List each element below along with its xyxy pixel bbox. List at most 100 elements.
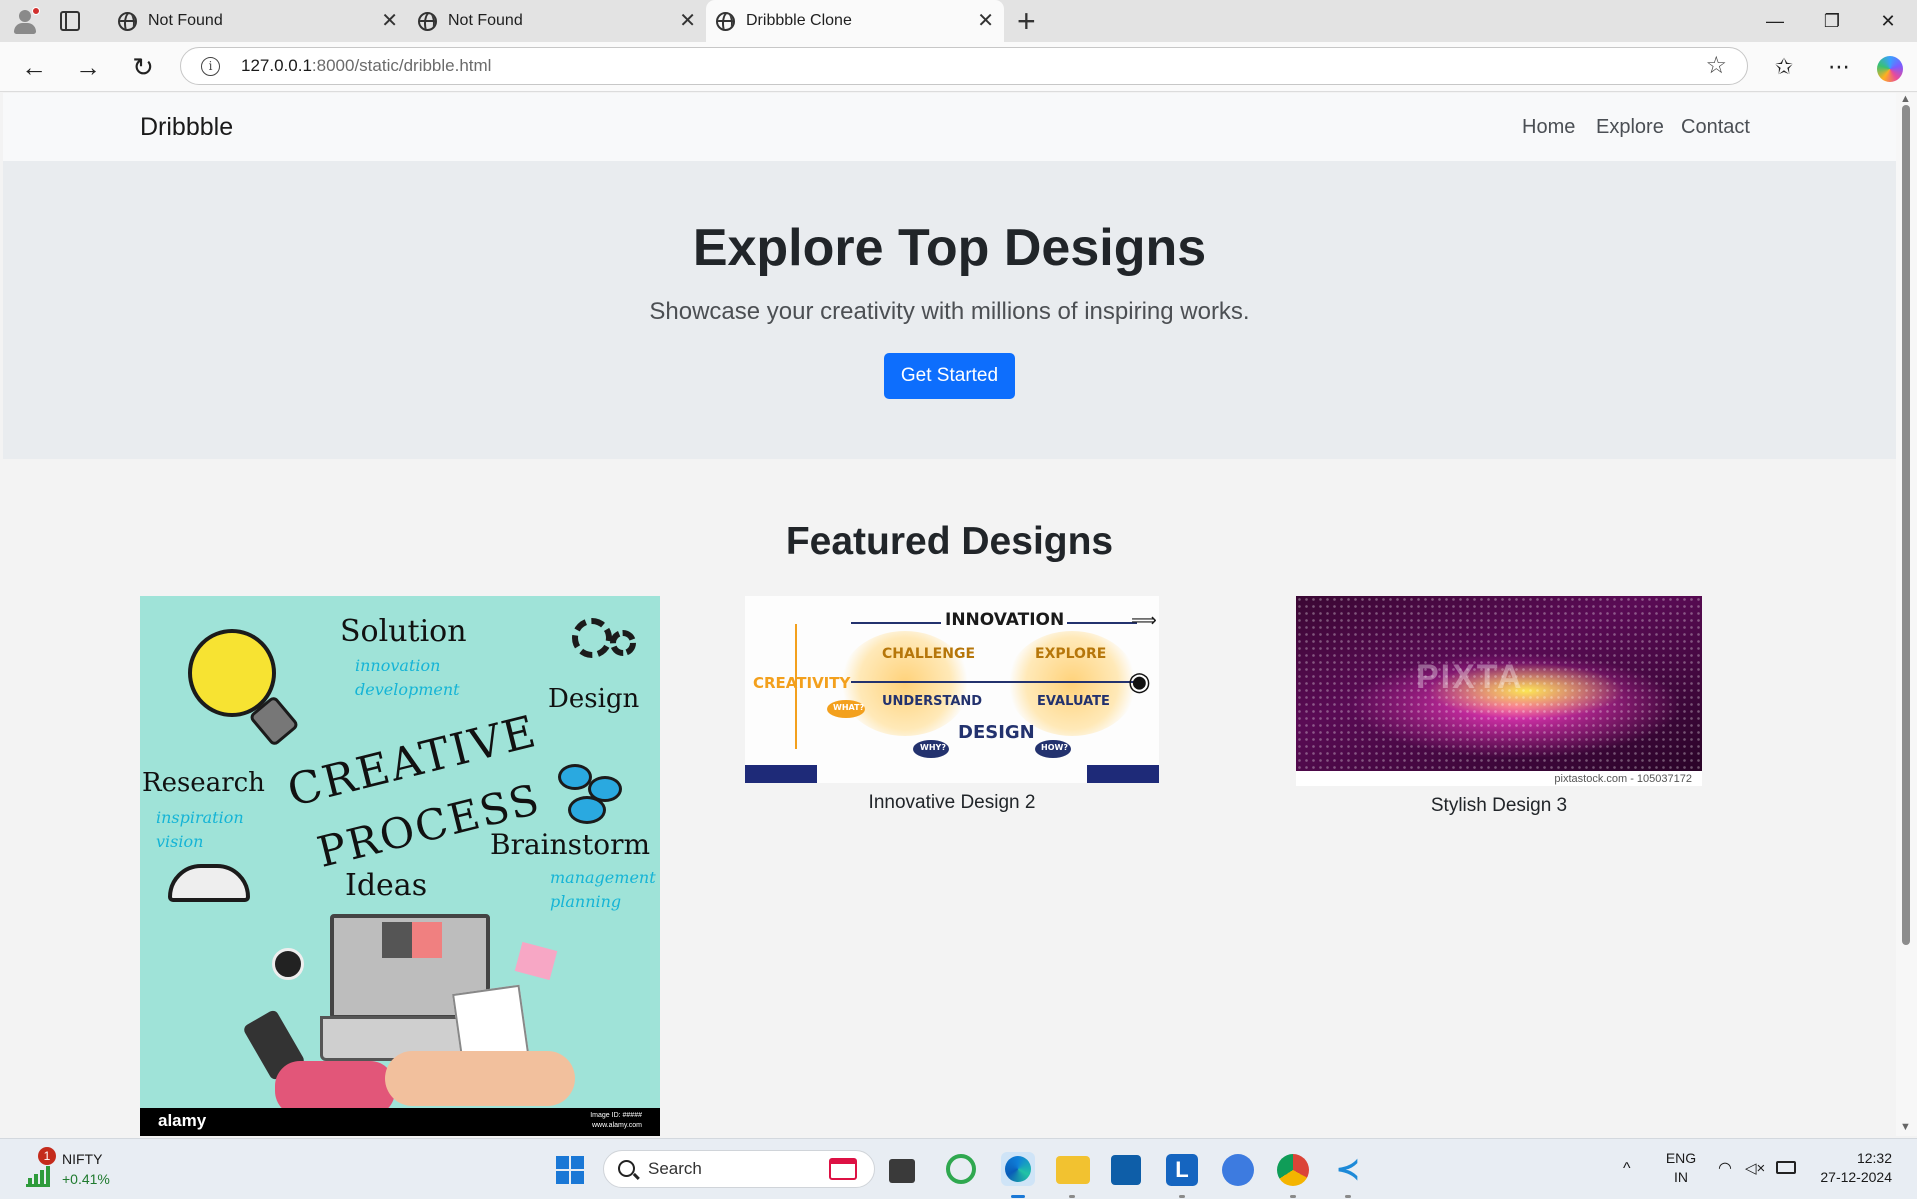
store-icon[interactable] xyxy=(1111,1155,1141,1185)
app-indicator xyxy=(1179,1195,1185,1198)
site-navbar: Dribbble Home Explore Contact xyxy=(3,93,1896,161)
site-info-icon[interactable]: i xyxy=(201,57,220,76)
browser-tab-active[interactable]: Dribbble Clone ✕ xyxy=(706,0,1004,42)
copilot-app-icon[interactable] xyxy=(946,1154,976,1184)
arm xyxy=(385,1051,575,1106)
chat-bubble-icon xyxy=(558,764,592,790)
wifi-icon[interactable]: ◠ xyxy=(1718,1159,1732,1178)
url-path: :8000/static/dribble.html xyxy=(311,56,492,75)
windows-start-icon[interactable] xyxy=(556,1156,584,1184)
label-design: DESIGN xyxy=(958,722,1035,743)
image-credit: pixtastock.com - 105037172 xyxy=(1554,773,1692,785)
label-evaluate: EVALUATE xyxy=(1037,694,1110,709)
image-footer: alamy Image ID: ##### www.alamy.com xyxy=(140,1108,660,1136)
region-code: IN xyxy=(1674,1169,1688,1185)
battery-icon[interactable] xyxy=(1776,1161,1796,1174)
hero-title: Explore Top Designs xyxy=(692,219,1207,277)
restore-button[interactable]: ❐ xyxy=(1812,0,1852,42)
site-brand[interactable]: Dribbble xyxy=(140,93,233,161)
new-tab-button[interactable]: + xyxy=(1017,2,1036,40)
design-image-creative-process[interactable]: Solution innovation development Design R… xyxy=(140,596,660,1136)
browser-toolbar: ← → ↻ i 127.0.0.1:8000/static/dribble.ht… xyxy=(0,42,1917,92)
app-indicator xyxy=(1290,1195,1296,1198)
sticky-notes xyxy=(514,941,558,981)
close-window-button[interactable]: ✕ xyxy=(1868,0,1908,42)
page-scrollbar[interactable]: ▲ ▼ xyxy=(1896,93,1917,1136)
forward-button[interactable]: → xyxy=(70,50,106,84)
clock[interactable]: 12:32 27-12-2024 xyxy=(1812,1149,1892,1187)
minimize-button[interactable]: — xyxy=(1755,0,1795,42)
stock-change: +0.41% xyxy=(62,1171,110,1187)
design-image-innovation: INNOVATION ⟹ CREATIVITY ◉ CHALLENGE EXPL… xyxy=(745,596,1159,783)
back-button[interactable]: ← xyxy=(16,50,52,84)
get-started-button[interactable]: Get Started xyxy=(884,353,1015,399)
linkedin-app-icon[interactable]: L xyxy=(1166,1154,1198,1186)
label-how: HOW? xyxy=(1041,743,1068,752)
task-view-icon[interactable] xyxy=(889,1159,915,1183)
word-inspiration: inspiration xyxy=(156,808,244,827)
word-planning: planning xyxy=(550,892,622,911)
tab-title: Not Found xyxy=(448,12,523,29)
tab-actions-icon[interactable] xyxy=(60,11,80,31)
edge-icon[interactable] xyxy=(1001,1152,1035,1186)
tab-title: Dribbble Clone xyxy=(746,12,852,29)
scrollbar-thumb[interactable] xyxy=(1902,105,1910,945)
design-card[interactable]: INNOVATION ⟹ CREATIVITY ◉ CHALLENGE EXPL… xyxy=(745,596,1159,814)
more-menu-icon[interactable]: ⋯ xyxy=(1821,50,1857,84)
design-card[interactable]: PIXTA pixtastock.com - 105037172 Stylish… xyxy=(1296,596,1702,817)
tab-title: Not Found xyxy=(148,12,223,29)
language-indicator[interactable]: ENG IN xyxy=(1660,1149,1702,1187)
design-image-abstract: PIXTA pixtastock.com - 105037172 xyxy=(1296,596,1702,786)
url-text: 127.0.0.1:8000/static/dribble.html xyxy=(241,48,491,84)
chrome-icon[interactable] xyxy=(1277,1154,1309,1186)
word-solution: Solution xyxy=(340,614,467,649)
favorite-star-icon[interactable]: ☆ xyxy=(1705,48,1727,84)
calendar-icon xyxy=(829,1158,857,1180)
file-explorer-icon[interactable] xyxy=(1056,1156,1090,1184)
browser-tab[interactable]: Not Found ✕ xyxy=(108,0,408,42)
browser-tab[interactable]: Not Found ✕ xyxy=(408,0,706,42)
arrow-right-icon: ⟹ xyxy=(1131,610,1157,630)
lang-code: ENG xyxy=(1665,1150,1697,1166)
search-icon xyxy=(618,1160,635,1177)
globe-icon xyxy=(418,12,437,31)
word-development: development xyxy=(355,680,460,699)
profile-icon[interactable] xyxy=(10,7,40,35)
tab-close-icon[interactable]: ✕ xyxy=(977,0,994,42)
url-host: 127.0.0.1 xyxy=(241,56,312,75)
nav-link-home[interactable]: Home xyxy=(1522,93,1575,161)
copilot-icon[interactable] xyxy=(1877,56,1903,82)
app-icon[interactable] xyxy=(1222,1154,1254,1186)
active-app-indicator xyxy=(1011,1195,1025,1198)
tab-close-icon[interactable]: ✕ xyxy=(381,0,398,42)
hero-subtitle: Showcase your creativity with millions o… xyxy=(649,298,1250,325)
chart-bars-icon xyxy=(26,1166,50,1187)
image-meta: Image ID: ##### www.alamy.com xyxy=(590,1111,642,1131)
date: 27-12-2024 xyxy=(1820,1169,1892,1185)
nav-link-contact[interactable]: Contact xyxy=(1681,93,1750,161)
taskbar-search[interactable]: Search xyxy=(603,1150,875,1188)
target-icon: ◉ xyxy=(1128,666,1151,696)
address-bar[interactable]: i 127.0.0.1:8000/static/dribble.html ☆ xyxy=(180,47,1748,85)
watermark: PIXTA xyxy=(1416,658,1524,696)
page-viewport: Dribbble Home Explore Contact Explore To… xyxy=(3,93,1896,1136)
notification-badge: 1 xyxy=(38,1147,56,1165)
browser-tab-bar: Not Found ✕ Not Found ✕ Dribbble Clone ✕… xyxy=(0,0,1917,42)
tray-expand-icon[interactable]: ^ xyxy=(1623,1159,1631,1178)
scroll-down-icon[interactable]: ▼ xyxy=(1900,1121,1911,1133)
label-explore: EXPLORE xyxy=(1035,646,1107,662)
stock-widget[interactable]: 1 NIFTY +0.41% xyxy=(20,1147,130,1191)
volume-muted-icon[interactable]: ◁× xyxy=(1745,1159,1765,1178)
label-challenge: CHALLENGE xyxy=(882,646,976,662)
reload-button[interactable]: ↻ xyxy=(125,50,161,84)
word-brainstorm: Brainstorm xyxy=(490,828,651,861)
label-innovation: INNOVATION xyxy=(945,610,1065,630)
nav-link-explore[interactable]: Explore xyxy=(1596,93,1664,161)
word-vision: vision xyxy=(156,832,204,851)
scroll-up-icon[interactable]: ▲ xyxy=(1900,93,1911,105)
favorites-icon[interactable]: ✩ xyxy=(1766,50,1802,84)
tab-close-icon[interactable]: ✕ xyxy=(679,0,696,42)
vscode-icon[interactable]: ≺ xyxy=(1332,1154,1364,1186)
gear-icon xyxy=(572,618,612,658)
word-ideas: Ideas xyxy=(345,868,428,903)
